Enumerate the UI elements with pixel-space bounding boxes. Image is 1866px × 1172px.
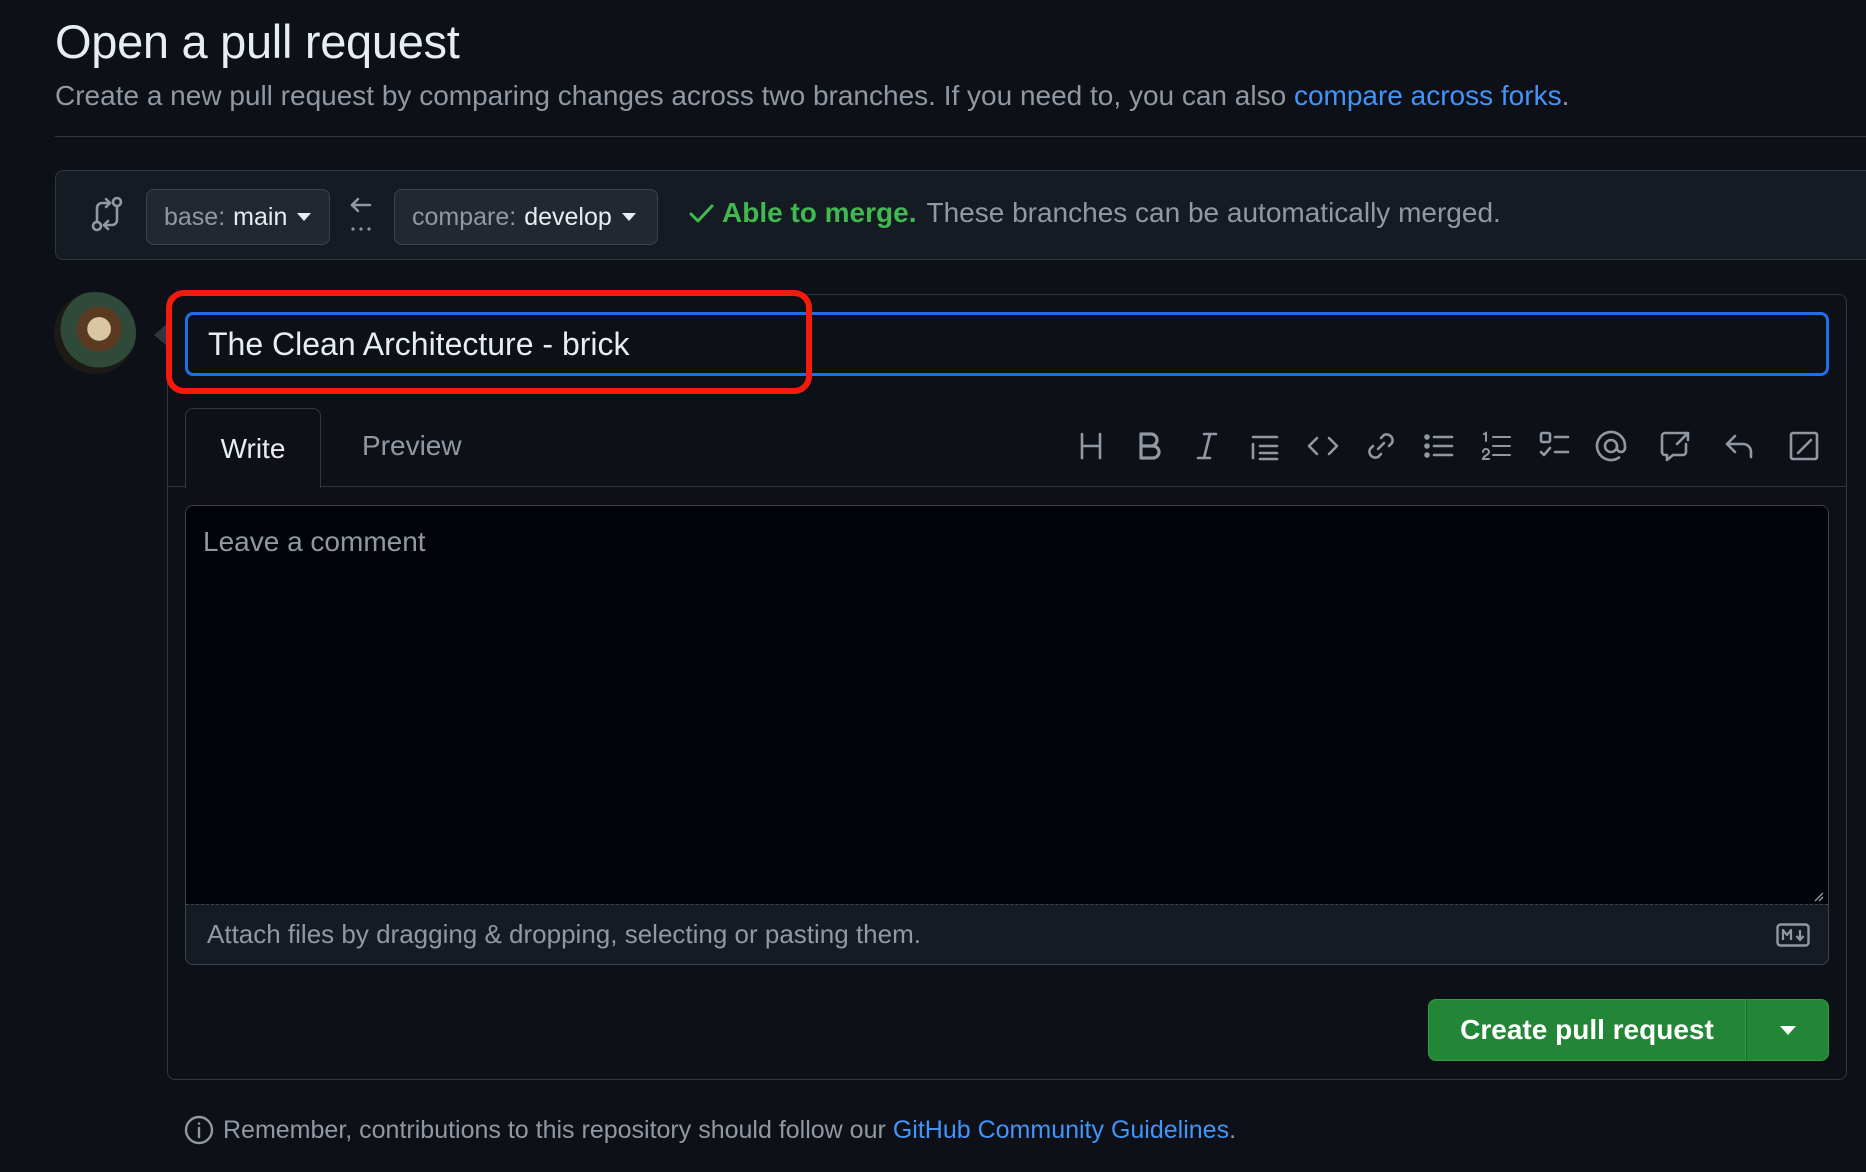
compare-branch-name: develop (524, 202, 612, 231)
branch-range-bar: base: main compare: develop Able to merg… (55, 170, 1866, 260)
guidelines-text: Remember, contributions to this reposito… (223, 1115, 886, 1144)
markdown-icon[interactable] (1776, 923, 1810, 947)
comment-pointer (154, 323, 168, 347)
tabs-divider (167, 486, 1847, 487)
arrow-left-icon (346, 191, 376, 241)
create-pull-request-button[interactable]: Create pull request (1428, 999, 1746, 1061)
tab-preview[interactable]: Preview (362, 430, 462, 462)
comment-box: Attach files by dragging & dropping, sel… (185, 505, 1829, 965)
git-compare-icon (90, 196, 124, 232)
subtitle-end: . (1561, 80, 1570, 111)
bold-icon[interactable] (1131, 428, 1167, 464)
header-divider (55, 136, 1866, 137)
compare-branch-button[interactable]: compare: develop (394, 189, 658, 245)
merge-status: Able to merge. These branches can be aut… (686, 197, 1501, 229)
mention-icon[interactable] (1593, 428, 1629, 464)
base-branch-button[interactable]: base: main (146, 189, 330, 245)
title-input[interactable] (185, 312, 1829, 376)
resize-handle-icon[interactable] (1812, 890, 1824, 902)
italic-icon[interactable] (1189, 428, 1225, 464)
chevron-down-icon (621, 213, 636, 221)
reply-icon[interactable] (1721, 428, 1757, 464)
base-branch-name: main (233, 202, 288, 231)
community-guidelines-link[interactable]: GitHub Community Guidelines (893, 1116, 1229, 1145)
attach-files-text: Attach files by dragging & dropping, sel… (207, 919, 921, 949)
create-options-dropdown-button[interactable] (1746, 999, 1829, 1061)
fullscreen-icon[interactable] (1786, 428, 1822, 464)
compare-branch-prefix: compare: (412, 202, 517, 231)
page-title: Open a pull request (55, 15, 460, 68)
heading-icon[interactable] (1073, 428, 1109, 464)
subtitle-text: Create a new pull request by comparing c… (55, 80, 1287, 111)
merge-ok-label: Able to merge. (722, 197, 917, 228)
attach-files-bar[interactable]: Attach files by dragging & dropping, sel… (186, 904, 1828, 964)
tab-write[interactable]: Write (185, 408, 321, 488)
guidelines-note: Remember, contributions to this reposito… (183, 1114, 1236, 1146)
guidelines-end: . (1229, 1115, 1237, 1144)
chevron-down-icon (297, 213, 312, 221)
code-icon[interactable] (1305, 428, 1341, 464)
page-subtitle: Create a new pull request by comparing c… (55, 80, 1569, 112)
unordered-list-icon[interactable] (1421, 428, 1457, 464)
task-list-icon[interactable] (1537, 428, 1573, 464)
quote-icon[interactable] (1247, 428, 1283, 464)
ordered-list-icon[interactable] (1479, 428, 1515, 464)
info-icon (184, 1115, 214, 1145)
comment-textarea[interactable] (186, 506, 1828, 904)
base-branch-prefix: base: (164, 202, 226, 231)
chevron-down-icon (1779, 1025, 1796, 1035)
avatar[interactable] (54, 292, 136, 374)
link-icon[interactable] (1363, 428, 1399, 464)
check-icon (689, 204, 714, 223)
merge-status-text: These branches can be automatically merg… (926, 197, 1501, 228)
compare-across-forks-link[interactable]: compare across forks (1294, 80, 1562, 111)
create-pr-button-group: Create pull request (1428, 999, 1829, 1061)
cross-reference-icon[interactable] (1657, 428, 1693, 464)
